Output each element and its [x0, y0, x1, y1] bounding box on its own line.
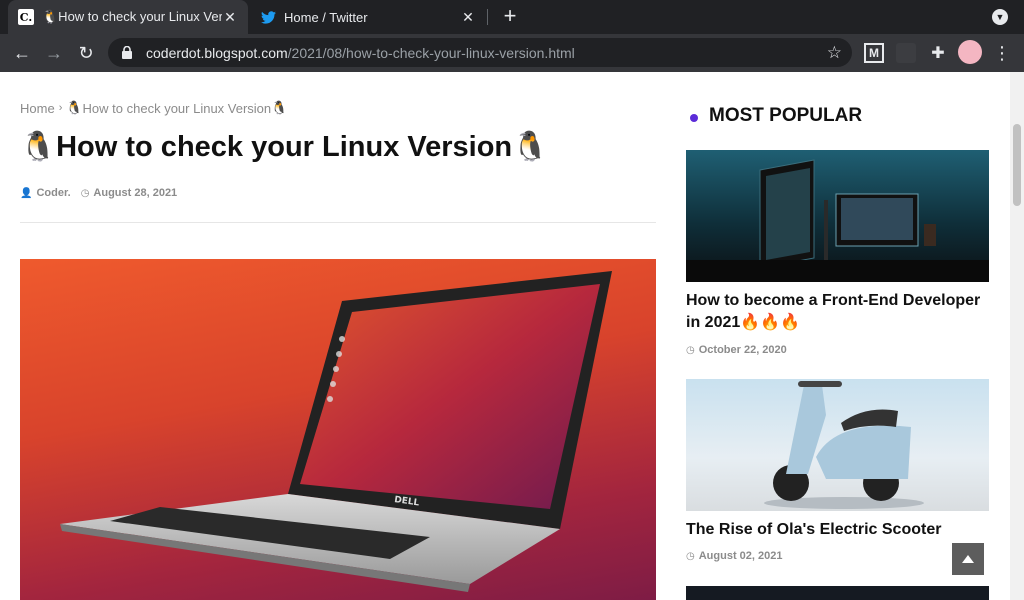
- tab-linux-version[interactable]: C. 🐧How to check your Linux Version🐧 ✕: [8, 0, 248, 34]
- forward-arrow-icon[interactable]: →: [40, 39, 68, 67]
- post-meta: 👤 Coder. ◷ August 28, 2021: [20, 187, 177, 199]
- extensions-puzzle-icon[interactable]: ✚: [928, 43, 948, 63]
- address-bar[interactable]: coderdot.blogspot.com/2021/08/how-to-che…: [108, 38, 852, 67]
- title-text: How to check your Linux Version: [56, 130, 513, 163]
- browser-toolbar: ← → ↻ coderdot.blogspot.com/2021/08/how-…: [0, 34, 1024, 72]
- clock-icon: ◷: [686, 550, 695, 562]
- laptop-illustration: DELL: [60, 271, 612, 592]
- post-title-link[interactable]: The Rise of Ola's Electric Scooter: [686, 519, 996, 541]
- post-date: ◷ August 02, 2021: [686, 550, 783, 562]
- tab-title: 🐧How to check your Linux Version🐧: [42, 9, 222, 24]
- coderdot-favicon: C.: [18, 9, 34, 25]
- tab-separator: [487, 9, 488, 25]
- user-icon: 👤: [20, 187, 33, 199]
- author-link[interactable]: Coder.: [36, 187, 70, 199]
- scrollbar-thumb[interactable]: [1013, 124, 1021, 206]
- url-text: coderdot.blogspot.com/2021/08/how-to-che…: [146, 44, 575, 61]
- tab-twitter[interactable]: Home / Twitter ✕: [250, 0, 486, 34]
- bookmark-star-icon[interactable]: ☆: [827, 43, 842, 63]
- penguin-emoji: 🐧: [271, 100, 288, 115]
- divider: [20, 222, 656, 223]
- post-date-text: October 22, 2020: [698, 344, 787, 356]
- twitter-bird-icon: [260, 9, 276, 25]
- post-title-link[interactable]: How to become a Front-End Developer in 2…: [686, 290, 996, 334]
- post-date-text: August 28, 2021: [93, 187, 178, 199]
- back-to-top-button[interactable]: [952, 543, 984, 575]
- penguin-emoji: 🐧: [66, 100, 83, 115]
- post-date: ◷ October 22, 2020: [686, 344, 787, 356]
- extension-m-icon[interactable]: M: [864, 43, 884, 63]
- page-scrollbar[interactable]: [1010, 72, 1024, 600]
- new-tab-icon[interactable]: +: [498, 5, 522, 29]
- menu-kebab-icon[interactable]: ⋮: [993, 43, 1011, 63]
- breadcrumb-home-link[interactable]: Home: [20, 101, 55, 116]
- post-thumbnail-scooter[interactable]: [686, 379, 989, 511]
- sidebar-heading: MOST POPULAR: [709, 105, 863, 126]
- tab-search-icon[interactable]: ▼: [992, 9, 1008, 25]
- breadcrumb: Home › 🐧 How to check your Linux Version…: [20, 100, 287, 116]
- monitor-illustration: [686, 159, 989, 282]
- scooter-illustration: [764, 381, 924, 509]
- chevron-right-icon: ›: [58, 102, 63, 114]
- tab-title: Home / Twitter: [284, 9, 368, 25]
- hero-laptop-image: DELL: [20, 259, 656, 600]
- penguin-emoji: 🐧: [20, 131, 57, 163]
- post-thumbnail-code[interactable]: [686, 586, 989, 600]
- post-date-text: August 02, 2021: [698, 550, 783, 562]
- clock-icon: ◷: [686, 344, 695, 356]
- bullet-dot: [690, 114, 698, 122]
- close-tab-icon[interactable]: ✕: [222, 9, 238, 26]
- chevron-up-icon: [962, 555, 974, 563]
- extension-icon[interactable]: [896, 43, 916, 63]
- breadcrumb-current: How to check your Linux Version: [82, 100, 272, 116]
- tab-strip: C. 🐧How to check your Linux Version🐧 ✕ H…: [0, 0, 1024, 34]
- lock-icon: [120, 46, 134, 59]
- most-popular-heading: MOST POPULAR: [690, 105, 862, 127]
- clock-icon: ◷: [80, 187, 90, 199]
- reload-icon[interactable]: ↻: [72, 39, 100, 67]
- close-tab-icon[interactable]: ✕: [460, 9, 476, 26]
- web-page: Home › 🐧 How to check your Linux Version…: [0, 72, 1010, 600]
- page-title: 🐧 How to check your Linux Version 🐧: [20, 130, 548, 164]
- penguin-emoji: 🐧: [512, 131, 549, 163]
- post-date: ◷ August 28, 2021: [81, 187, 178, 199]
- profile-avatar[interactable]: [958, 40, 982, 64]
- post-thumbnail-desk-setup[interactable]: [686, 150, 989, 282]
- back-arrow-icon[interactable]: ←: [8, 39, 36, 67]
